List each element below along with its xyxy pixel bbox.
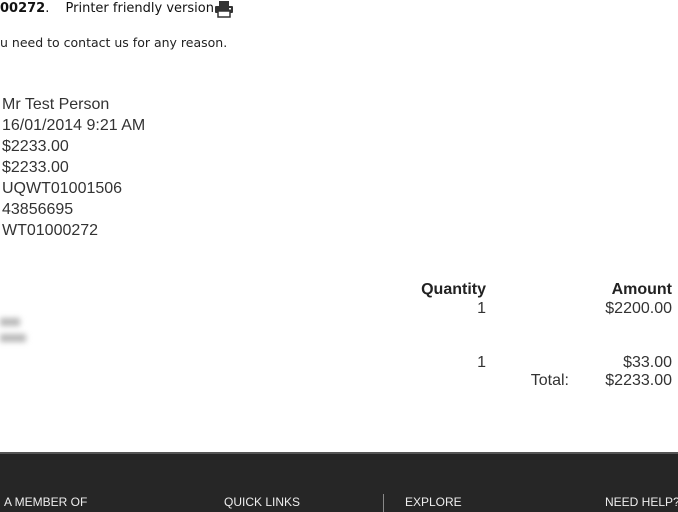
order-date: 16/01/2014 9:21 AM [2,117,146,134]
transaction-id: UQWT01001506 [2,180,123,197]
printer-icon[interactable] [214,0,234,18]
quantity-column-header: Quantity [421,281,486,298]
footer-heading-need-help: NEED HELP? [605,495,678,509]
printer-friendly-link[interactable]: Printer friendly version [66,1,214,16]
redacted-item-description [0,318,32,352]
item-1-amount: $2200.00 [605,300,672,317]
item-2-amount: $33.00 [623,354,672,371]
total-amount: $2233.00 [605,372,672,389]
order-reference: 00272 [0,1,46,16]
order-amount: $2233.00 [2,138,69,155]
receipt-number: 43856695 [2,201,74,218]
order-number: WT01000272 [2,222,99,239]
reference-period: . [45,1,50,16]
contact-instructions: u need to contact us for any reason. [0,35,228,50]
footer-heading-member-of: A MEMBER OF [4,495,88,509]
paid-amount: $2233.00 [2,159,69,176]
site-footer: A MEMBER OF QUICK LINKS EXPLORE NEED HEL… [0,452,678,512]
total-label: Total: [530,372,569,389]
customer-name: Mr Test Person [2,96,110,113]
order-details-list: Mr Test Person 16/01/2014 9:21 AM $2233.… [2,95,145,242]
item-2-quantity: 1 [477,354,486,371]
order-header: 00272. Printer friendly version [0,1,214,19]
footer-divider [383,494,384,512]
footer-heading-quick-links: QUICK LINKS [224,495,301,509]
amount-column-header: Amount [611,281,672,298]
item-1-quantity: 1 [477,300,486,317]
footer-heading-explore: EXPLORE [405,495,462,509]
